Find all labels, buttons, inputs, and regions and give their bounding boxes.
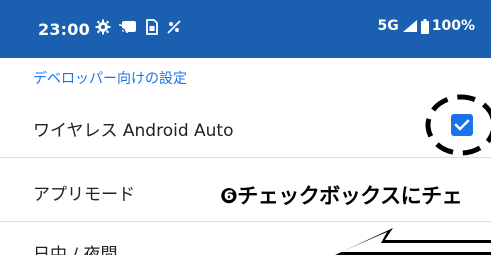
divider (0, 157, 491, 158)
cast-icon (119, 19, 137, 35)
annotation-text: ❻チェックボックスにチェ (220, 184, 463, 208)
setting-wireless-android-auto[interactable]: ワイヤレス Android Auto (33, 116, 234, 141)
status-right: 5G 100% (378, 18, 476, 34)
wireless-android-auto-checkbox[interactable] (451, 114, 473, 136)
battery-percent: 100% (431, 18, 475, 34)
status-time: 23:00 (38, 20, 90, 39)
status-icons-left (95, 19, 181, 35)
setting-day-night[interactable]: 日中 / 夜間 (33, 240, 118, 255)
status-bar: 23:00 5G 100% (0, 0, 491, 58)
battery-icon (420, 18, 429, 34)
sim-icon (145, 19, 159, 35)
setting-app-mode[interactable]: アプリモード (33, 180, 135, 205)
annotation-arrow-icon (335, 228, 491, 255)
signal-icon (402, 19, 418, 33)
network-type: 5G (377, 18, 399, 34)
airplane-icon (167, 20, 181, 34)
gear-icon (95, 19, 111, 35)
checkmark-icon (454, 119, 470, 131)
section-header-developer-settings: デベロッパー向けの設定 (33, 71, 187, 87)
divider (0, 221, 491, 222)
